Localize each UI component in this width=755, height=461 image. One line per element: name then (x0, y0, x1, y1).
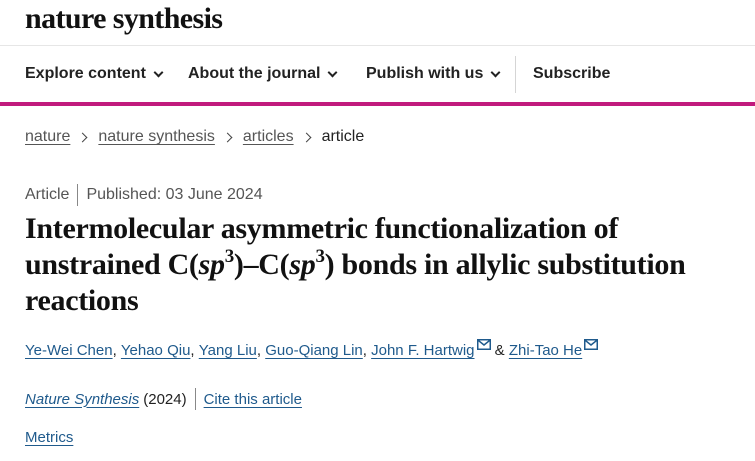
email-icon[interactable] (584, 339, 599, 350)
citation-divider (194, 388, 196, 410)
title-exp-1: 3 (224, 246, 235, 267)
nav-publish-with-us-label: Publish with us (366, 65, 484, 82)
citation-row: Nature Synthesis (2024) Cite this articl… (25, 388, 302, 410)
nav-explore-content-label: Explore content (25, 65, 146, 82)
metrics-link[interactable]: Metrics (25, 429, 73, 446)
published-date: Published: 03 June 2024 (86, 186, 263, 203)
nav-accent-bar (0, 102, 755, 106)
chevron-down-icon (327, 67, 338, 77)
breadcrumb-current: article (321, 128, 365, 145)
journal-link[interactable]: Nature Synthesis (25, 391, 139, 408)
breadcrumb-nature-synthesis[interactable]: nature synthesis (98, 128, 215, 146)
breadcrumb-articles[interactable]: articles (243, 128, 294, 146)
author-link[interactable]: Yehao Qiu (121, 342, 191, 359)
publication-year: (2024) (143, 390, 187, 408)
title-bond: )–C( (233, 248, 290, 281)
chevron-right-icon (77, 132, 88, 142)
main-nav: Explore content About the journal Publis… (0, 46, 755, 102)
title-line-2-pre: unstrained C( (25, 248, 199, 281)
author-link[interactable]: Zhi-Tao He (509, 342, 582, 359)
subscribe-link[interactable]: Subscribe (533, 46, 610, 102)
title-exp-2: 3 (315, 246, 325, 267)
article-type: Article (25, 186, 70, 203)
nav-explore-content[interactable]: Explore content (25, 46, 164, 102)
title-line-3: reactions (25, 284, 139, 317)
cite-this-article-link[interactable]: Cite this article (204, 391, 302, 408)
chevron-right-icon (301, 132, 312, 142)
author-link[interactable]: Guo-Qiang Lin (265, 342, 363, 359)
article-meta: Article Published: 03 June 2024 (25, 184, 263, 206)
author-ampersand: & (494, 342, 505, 359)
title-sp-2: sp (289, 248, 316, 281)
chevron-right-icon (222, 132, 233, 142)
title-sp-1: sp (198, 248, 225, 281)
author-separator: , (112, 342, 117, 359)
title-line-1: Intermolecular asymmetric functionalizat… (25, 212, 619, 245)
email-icon[interactable] (476, 339, 491, 350)
chevron-down-icon (153, 67, 164, 77)
title-line-2-post: ) bonds in allylic substitution (324, 248, 686, 281)
nav-divider (515, 56, 516, 93)
meta-divider (77, 184, 79, 206)
nav-publish-with-us[interactable]: Publish with us (366, 46, 501, 102)
breadcrumb: nature nature synthesis articles article (25, 128, 364, 146)
author-separator: , (190, 342, 195, 359)
author-list: Ye-Wei Chen, Yehao Qiu, Yang Liu, Guo-Qi… (25, 339, 599, 359)
author-link[interactable]: Yang Liu (199, 342, 257, 359)
article-title: Intermolecular asymmetric functionalizat… (25, 211, 753, 319)
breadcrumb-nature[interactable]: nature (25, 128, 70, 146)
chevron-down-icon (490, 67, 501, 77)
journal-logo[interactable]: nature synthesis (25, 2, 223, 36)
author-link[interactable]: John F. Hartwig (371, 342, 474, 359)
author-separator: , (256, 342, 262, 359)
nav-about-journal-label: About the journal (188, 65, 321, 82)
author-link[interactable]: Ye-Wei Chen (25, 342, 113, 359)
author-separator: , (362, 342, 367, 359)
nav-about-journal[interactable]: About the journal (188, 46, 338, 102)
